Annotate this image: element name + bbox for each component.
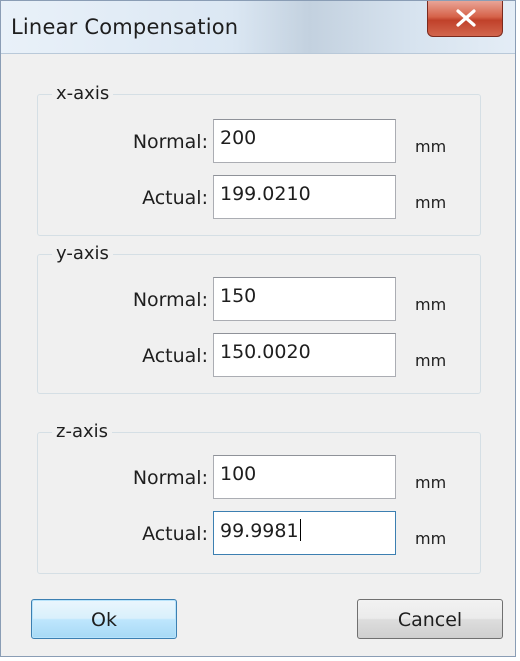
y-axis-group: y-axis Normal: 150 mm Actual: 150.0020 m… [37, 243, 481, 394]
x-normal-input[interactable]: 200 [213, 119, 396, 163]
ok-button[interactable]: Ok [31, 599, 177, 639]
z-actual-input[interactable]: 99.9981 [213, 511, 396, 555]
title-bar[interactable]: Linear Compensation [1, 1, 515, 54]
dialog-body: x-axis Normal: 200 mm Actual: 199.0210 m… [9, 54, 507, 648]
x-axis-group: x-axis Normal: 200 mm Actual: 199.0210 m… [37, 83, 481, 236]
z-normal-input[interactable]: 100 [213, 455, 396, 499]
close-icon [456, 9, 476, 27]
z-normal-label: Normal: [132, 467, 208, 489]
y-normal-row: Normal: 150 mm [38, 277, 480, 323]
y-actual-row: Actual: 150.0020 mm [38, 333, 480, 379]
y-actual-unit: mm [415, 351, 447, 370]
z-actual-unit: mm [415, 529, 447, 548]
x-actual-label: Actual: [142, 187, 208, 209]
x-normal-label: Normal: [132, 131, 208, 153]
window-title: Linear Compensation [11, 15, 239, 39]
x-normal-unit: mm [415, 137, 447, 156]
y-normal-unit: mm [415, 295, 447, 314]
z-actual-value: 99.9981 [220, 520, 299, 542]
x-axis-legend: x-axis [52, 83, 114, 104]
x-actual-input[interactable]: 199.0210 [213, 175, 396, 219]
y-axis-legend: y-axis [52, 243, 113, 264]
z-axis-legend: z-axis [52, 421, 113, 442]
y-normal-label: Normal: [132, 289, 208, 311]
linear-compensation-dialog: Linear Compensation x-axis Normal: 200 m… [0, 0, 516, 657]
z-normal-unit: mm [415, 473, 447, 492]
cancel-button[interactable]: Cancel [357, 599, 503, 639]
x-actual-unit: mm [415, 193, 447, 212]
z-axis-group: z-axis Normal: 100 mm Actual: 99.9981 mm [37, 421, 481, 574]
y-normal-input[interactable]: 150 [213, 277, 396, 321]
z-actual-label: Actual: [142, 523, 208, 545]
y-actual-input[interactable]: 150.0020 [213, 333, 396, 377]
x-actual-row: Actual: 199.0210 mm [38, 175, 480, 221]
close-button[interactable] [427, 1, 503, 37]
y-actual-label: Actual: [142, 345, 208, 367]
x-normal-row: Normal: 200 mm [38, 119, 480, 165]
text-caret [299, 519, 301, 541]
z-actual-row: Actual: 99.9981 mm [38, 511, 480, 557]
z-normal-row: Normal: 100 mm [38, 455, 480, 501]
